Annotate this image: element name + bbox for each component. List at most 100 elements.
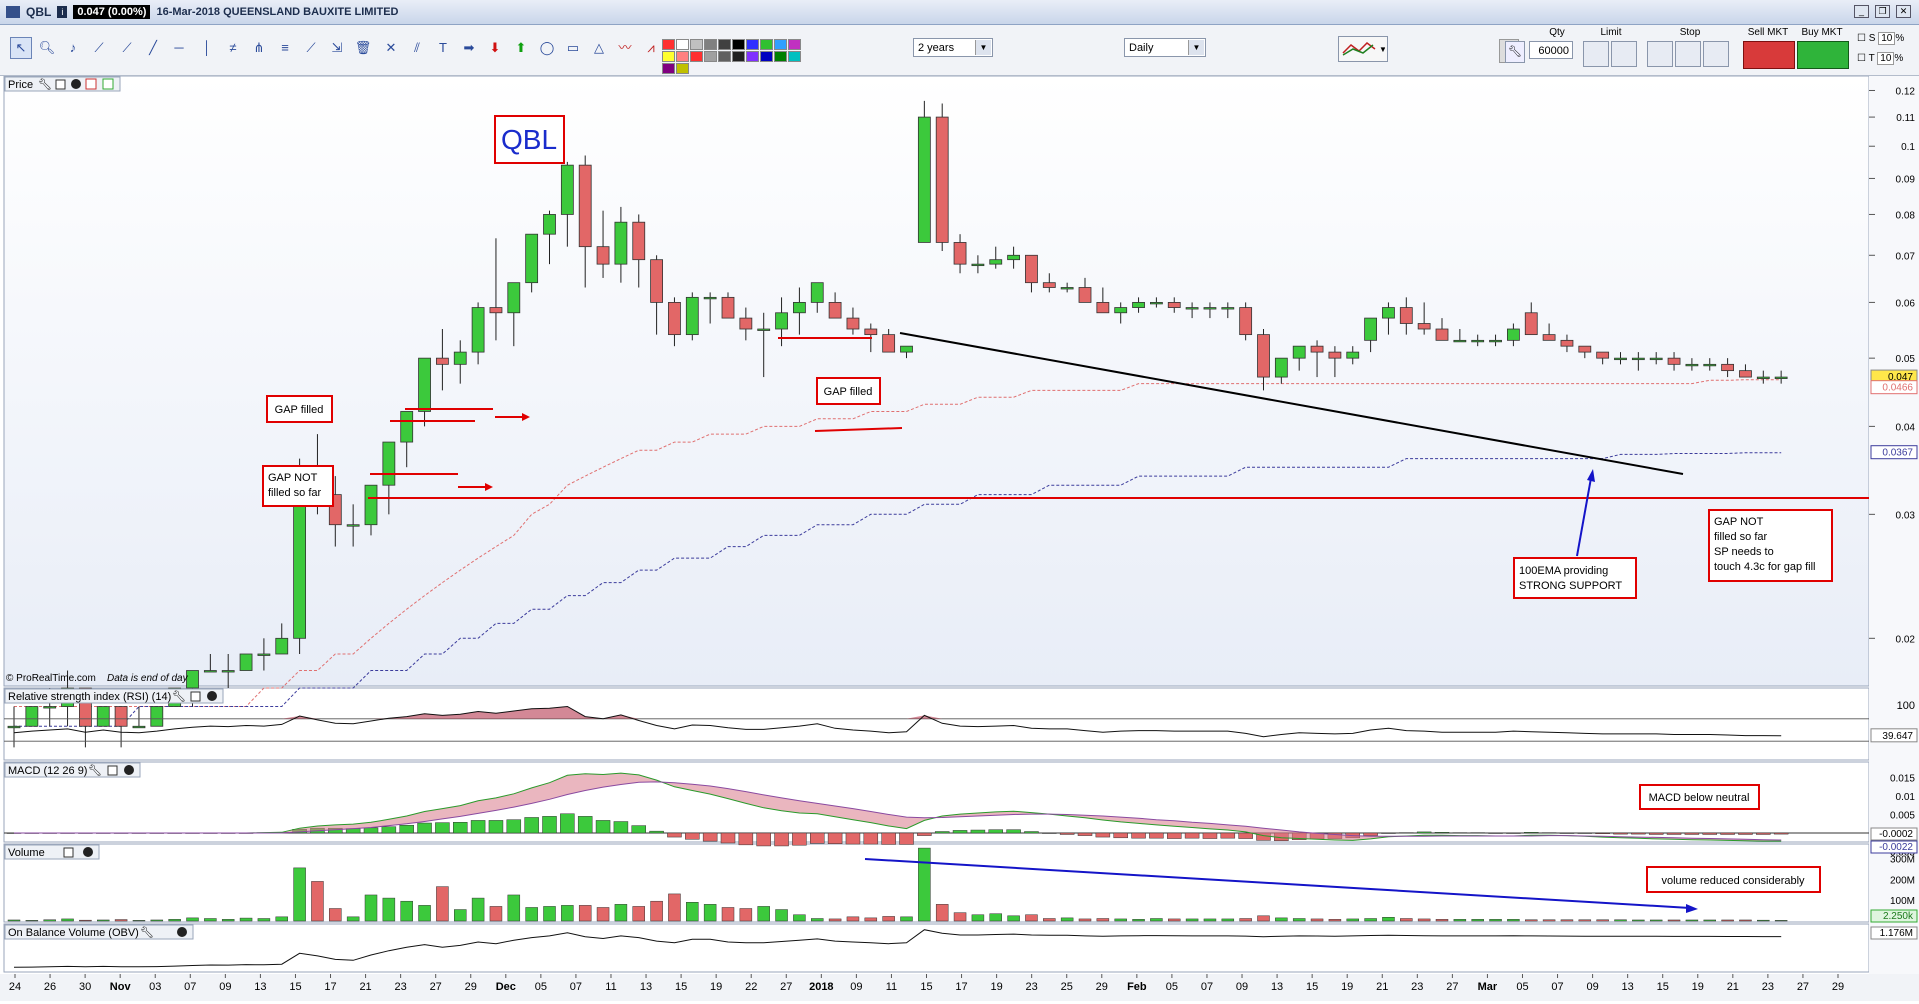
candle-body[interactable]	[1060, 287, 1074, 290]
candle-body[interactable]	[739, 317, 753, 330]
candle-body[interactable]	[1203, 307, 1217, 310]
wrench-icon[interactable]: 🔧︎	[88, 764, 102, 777]
candle-body[interactable]	[150, 706, 164, 727]
candle-body[interactable]	[1542, 334, 1556, 341]
candle-body[interactable]	[1025, 254, 1038, 284]
candle-body[interactable]	[900, 345, 913, 353]
candle-body[interactable]	[1185, 307, 1199, 310]
gap-not-filled-box-1[interactable]: GAP NOT filled so far	[262, 465, 334, 507]
fibonacci-tool-icon[interactable]: ≡	[274, 37, 296, 59]
s-checkbox[interactable]: ☐ S 10%	[1857, 32, 1904, 45]
candle-body[interactable]	[1524, 312, 1538, 336]
zoom-tool-icon[interactable]: 🔍︎	[36, 37, 58, 59]
candle-body[interactable]	[1578, 345, 1592, 353]
close-icon[interactable]: ✕	[1896, 5, 1911, 18]
candle-body[interactable]	[917, 116, 931, 243]
measure-tool-icon[interactable]: ⇲	[326, 37, 348, 59]
wrench-icon[interactable]: 🔧︎	[38, 78, 52, 91]
candle-body[interactable]	[346, 524, 360, 527]
limit-buy-button[interactable]	[1583, 41, 1609, 67]
candle-body[interactable]	[578, 164, 592, 248]
candle-body[interactable]	[114, 706, 128, 727]
candle-body[interactable]	[650, 259, 663, 303]
candle-body[interactable]	[525, 233, 539, 284]
volume-note-box[interactable]: volume reduced considerably	[1646, 866, 1821, 893]
candle-body[interactable]	[25, 706, 39, 727]
fork-tool-icon[interactable]: ⋔	[248, 37, 270, 59]
candle-body[interactable]	[1739, 370, 1752, 378]
maximize-panel-icon[interactable]	[190, 691, 201, 702]
candle-body[interactable]	[400, 411, 414, 443]
candle-body[interactable]	[1132, 302, 1145, 308]
candle-body[interactable]	[453, 351, 467, 365]
candle-body[interactable]	[132, 725, 146, 729]
maximize-panel-icon[interactable]	[55, 79, 66, 90]
candle-body[interactable]	[1310, 345, 1324, 353]
candle-body[interactable]	[1453, 339, 1467, 343]
candle-body[interactable]	[1221, 307, 1235, 310]
candle-body[interactable]	[828, 302, 842, 319]
trendline-tool-icon[interactable]: ⟋	[116, 37, 138, 59]
candle-body[interactable]	[1703, 363, 1717, 367]
arrow-right-icon[interactable]: ➡	[458, 37, 480, 59]
buy-market-button[interactable]	[1797, 41, 1849, 69]
candle-body[interactable]	[364, 484, 378, 526]
info-icon[interactable]: i	[57, 6, 68, 18]
vertical-line-icon[interactable]: │	[196, 37, 218, 59]
candle-body[interactable]	[1346, 351, 1360, 359]
candle-body[interactable]	[275, 637, 289, 655]
candle-body[interactable]	[418, 357, 431, 412]
candle-body[interactable]	[471, 307, 485, 353]
t-checkbox[interactable]: ☐ T 10%	[1857, 52, 1903, 65]
macd-note-box[interactable]: MACD below neutral	[1639, 784, 1760, 810]
candle-body[interactable]	[1667, 357, 1681, 365]
close-panel-icon[interactable]	[177, 927, 187, 937]
ema-support-box[interactable]: 100EMA providing STRONG SUPPORT	[1513, 557, 1637, 599]
period-select[interactable]: 2 years ▼	[913, 38, 993, 57]
candle-body[interactable]	[864, 328, 878, 336]
channel-tool-icon[interactable]: ≠	[222, 37, 244, 59]
s-value[interactable]: 10	[1878, 32, 1896, 45]
stop-sell-button[interactable]	[1675, 41, 1701, 67]
candle-body[interactable]	[757, 328, 771, 331]
close-panel-icon[interactable]	[71, 79, 81, 89]
candle-body[interactable]	[1328, 351, 1342, 359]
close-panel-icon[interactable]	[207, 691, 217, 701]
interval-select[interactable]: Daily ▼	[1124, 38, 1206, 57]
candle-body[interactable]	[1614, 357, 1627, 361]
line-tool-icon[interactable]: ╱	[142, 37, 164, 59]
parallel-tool-icon[interactable]: ⫽	[406, 37, 428, 59]
candle-body[interactable]	[1292, 345, 1306, 359]
candle-body[interactable]	[7, 725, 21, 729]
candle-body[interactable]	[1489, 339, 1502, 343]
candle-body[interactable]	[221, 670, 235, 673]
candle-body[interactable]	[846, 317, 860, 330]
candle-body[interactable]	[382, 441, 396, 486]
gap-not-filled-box-2[interactable]: GAP NOT filled so far SP needs to touch …	[1708, 509, 1833, 582]
candle-body[interactable]	[1042, 282, 1056, 288]
candle-body[interactable]	[96, 706, 110, 727]
candle-body[interactable]	[971, 263, 985, 267]
candle-body[interactable]	[1399, 307, 1413, 324]
candle-body[interactable]	[1560, 339, 1574, 347]
triangle-tool-icon[interactable]: △	[588, 37, 610, 59]
candle-body[interactable]	[1774, 376, 1788, 379]
cross-tool-icon[interactable]: ✕	[380, 37, 402, 59]
candle-body[interactable]	[685, 296, 699, 336]
gap-filled-box-1[interactable]: GAP filled	[266, 395, 333, 423]
candle-body[interactable]	[257, 653, 271, 656]
candle-body[interactable]	[989, 259, 1003, 265]
candle-body[interactable]	[1239, 307, 1253, 336]
pointer-tool-icon[interactable]: ↖	[10, 37, 32, 59]
rectangle-tool-icon[interactable]: ▭	[562, 37, 584, 59]
candle-body[interactable]	[1007, 254, 1020, 261]
close-panel-icon[interactable]	[83, 847, 93, 857]
candle-body[interactable]	[1096, 302, 1110, 314]
t-value[interactable]: 10	[1877, 52, 1895, 65]
gann-tool-icon[interactable]: ⟋	[300, 37, 322, 59]
candle-body[interactable]	[1435, 328, 1449, 341]
qbl-label-box[interactable]: QBL	[494, 115, 565, 164]
candle-body[interactable]	[1631, 357, 1645, 361]
horizontal-line-icon[interactable]: ─	[168, 37, 190, 59]
chart-type-button[interactable]: ▼	[1338, 36, 1388, 62]
